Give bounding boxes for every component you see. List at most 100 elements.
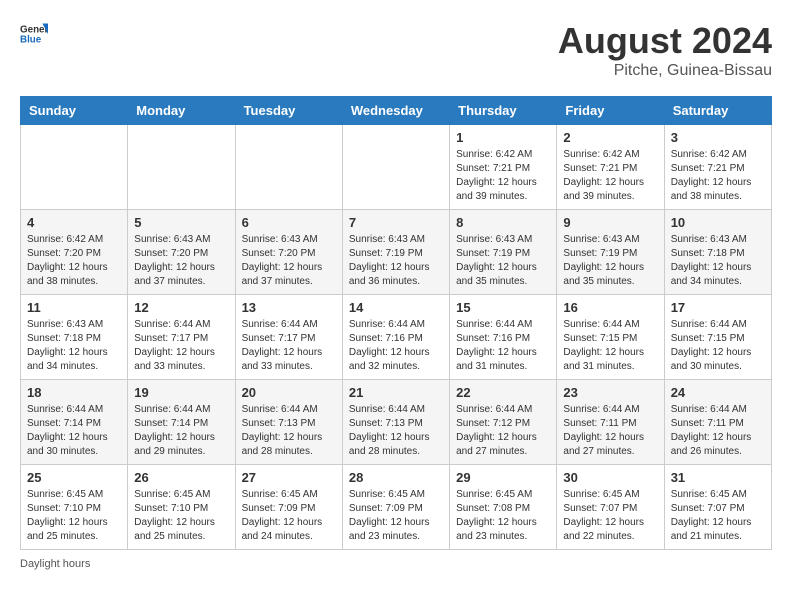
calendar-cell: 5Sunrise: 6:43 AMSunset: 7:20 PMDaylight…: [128, 210, 235, 295]
day-info: Sunrise: 6:45 AMSunset: 7:08 PMDaylight:…: [456, 488, 550, 544]
calendar-location: Pitche, Guinea-Bissau: [558, 62, 772, 80]
calendar-cell: 30Sunrise: 6:45 AMSunset: 7:07 PMDayligh…: [557, 465, 664, 550]
day-number: 2: [563, 130, 657, 145]
day-number: 10: [671, 215, 765, 230]
footer-note: Daylight hours: [20, 558, 772, 570]
day-number: 6: [242, 215, 336, 230]
calendar-cell: 2 Sunrise: 6:42 AMSunset: 7:21 PMDaylight…: [557, 125, 664, 210]
day-number: 14: [349, 300, 443, 315]
calendar-cell: 22 Sunrise: 6:44 AMSunset: 7:12 PMDayligh…: [450, 380, 557, 465]
day-info: Sunrise: 6:45 AMSunset: 7:09 PMDaylight:…: [349, 488, 443, 544]
day-number: 1: [456, 130, 550, 145]
calendar-week-row: 25 Sunrise: 6:45 AMSunset: 7:10 PMDayligh…: [21, 465, 772, 550]
day-of-week-header: Thursday: [450, 97, 557, 125]
day-number: 29: [456, 470, 550, 485]
calendar-cell: 15Sunrise: 6:44 AMSunset: 7:16 PMDayligh…: [450, 295, 557, 380]
day-info: Sunrise: 6:44 AMSunset: 7:12 PMDaylight:…: [456, 403, 550, 459]
calendar-cell: [342, 125, 449, 210]
day-number: 30: [563, 470, 657, 485]
logo-icon: General Blue: [20, 20, 48, 48]
calendar-cell: 8 Sunrise: 6:43 AMSunset: 7:19 PMDaylight…: [450, 210, 557, 295]
calendar-table: SundayMondayTuesdayWednesdayThursdayFrid…: [20, 96, 772, 550]
day-info: Sunrise: 6:45 AMSunset: 7:09 PMDaylight:…: [242, 488, 336, 544]
day-number: 16: [563, 300, 657, 315]
day-number: 5: [134, 215, 228, 230]
page-header: General Blue August 2024 Pitche, Guinea-…: [20, 20, 772, 80]
day-number: 20: [242, 385, 336, 400]
calendar-cell: 20 Sunrise: 6:44 AMSunset: 7:13 PMDayligh…: [235, 380, 342, 465]
calendar-cell: 3 Sunrise: 6:42 AMSunset: 7:21 PMDaylight…: [664, 125, 771, 210]
day-number: 3: [671, 130, 765, 145]
day-info: Sunrise: 6:43 AMSunset: 7:18 PMDaylight:…: [27, 318, 121, 374]
day-info: Sunrise: 6:43 AMSunset: 7:19 PMDaylight:…: [563, 233, 657, 289]
day-info: Sunrise: 6:43 AMSunset: 7:18 PMDaylight:…: [671, 233, 765, 289]
calendar-cell: 13 Sunrise: 6:44 AMSunset: 7:17 PMDayligh…: [235, 295, 342, 380]
day-info: Sunrise: 6:43 AMSunset: 7:19 PMDaylight:…: [349, 233, 443, 289]
calendar-body: 1 Sunrise: 6:42 AMSunset: 7:21 PMDaylight…: [21, 125, 772, 550]
day-of-week-header: Sunday: [21, 97, 128, 125]
day-number: 26: [134, 470, 228, 485]
day-of-week-header: Friday: [557, 97, 664, 125]
svg-text:Blue: Blue: [20, 34, 42, 45]
calendar-cell: 9 Sunrise: 6:43 AMSunset: 7:19 PMDaylight…: [557, 210, 664, 295]
calendar-cell: 21 Sunrise: 6:44 AMSunset: 7:13 PMDayligh…: [342, 380, 449, 465]
day-number: 19: [134, 385, 228, 400]
day-number: 27: [242, 470, 336, 485]
calendar-cell: [21, 125, 128, 210]
calendar-week-row: 11 Sunrise: 6:43 AMSunset: 7:18 PMDayligh…: [21, 295, 772, 380]
calendar-cell: 29 Sunrise: 6:45 AMSunset: 7:08 PMDayligh…: [450, 465, 557, 550]
day-info: Sunrise: 6:45 AMSunset: 7:10 PMDaylight:…: [134, 488, 228, 544]
day-info: Sunrise: 6:44 AMSunset: 7:17 PMDaylight:…: [242, 318, 336, 374]
day-info: Sunrise: 6:42 AMSunset: 7:21 PMDaylight:…: [671, 148, 765, 204]
day-info: Sunrise: 6:42 AMSunset: 7:20 PMDaylight:…: [27, 233, 121, 289]
day-info: Sunrise: 6:43 AMSunset: 7:20 PMDaylight:…: [242, 233, 336, 289]
calendar-cell: 17Sunrise: 6:44 AMSunset: 7:15 PMDayligh…: [664, 295, 771, 380]
day-info: Sunrise: 6:42 AMSunset: 7:21 PMDaylight:…: [563, 148, 657, 204]
day-info: Sunrise: 6:43 AMSunset: 7:19 PMDaylight:…: [456, 233, 550, 289]
day-of-week-header: Saturday: [664, 97, 771, 125]
calendar-cell: 10 Sunrise: 6:43 AMSunset: 7:18 PMDayligh…: [664, 210, 771, 295]
day-number: 23: [563, 385, 657, 400]
calendar-week-row: 4Sunrise: 6:42 AMSunset: 7:20 PMDaylight…: [21, 210, 772, 295]
day-info: Sunrise: 6:44 AMSunset: 7:15 PMDaylight:…: [563, 318, 657, 374]
day-info: Sunrise: 6:44 AMSunset: 7:17 PMDaylight:…: [134, 318, 228, 374]
calendar-cell: 1 Sunrise: 6:42 AMSunset: 7:21 PMDaylight…: [450, 125, 557, 210]
day-number: 21: [349, 385, 443, 400]
calendar-cell: 28Sunrise: 6:45 AMSunset: 7:09 PMDayligh…: [342, 465, 449, 550]
calendar-title: August 2024: [558, 20, 772, 62]
calendar-cell: 16 Sunrise: 6:44 AMSunset: 7:15 PMDayligh…: [557, 295, 664, 380]
calendar-cell: 4Sunrise: 6:42 AMSunset: 7:20 PMDaylight…: [21, 210, 128, 295]
day-info: Sunrise: 6:44 AMSunset: 7:13 PMDaylight:…: [242, 403, 336, 459]
calendar-cell: 27 Sunrise: 6:45 AMSunset: 7:09 PMDayligh…: [235, 465, 342, 550]
day-info: Sunrise: 6:44 AMSunset: 7:14 PMDaylight:…: [134, 403, 228, 459]
day-number: 13: [242, 300, 336, 315]
day-of-week-header: Tuesday: [235, 97, 342, 125]
calendar-cell: 6 Sunrise: 6:43 AMSunset: 7:20 PMDaylight…: [235, 210, 342, 295]
calendar-header: SundayMondayTuesdayWednesdayThursdayFrid…: [21, 97, 772, 125]
calendar-cell: [128, 125, 235, 210]
calendar-cell: 23 Sunrise: 6:44 AMSunset: 7:11 PMDayligh…: [557, 380, 664, 465]
day-info: Sunrise: 6:45 AMSunset: 7:07 PMDaylight:…: [671, 488, 765, 544]
day-number: 9: [563, 215, 657, 230]
calendar-cell: 25Sunrise: 6:45 AMSunset: 7:10 PMDayligh…: [21, 465, 128, 550]
header-row: SundayMondayTuesdayWednesdayThursdayFrid…: [21, 97, 772, 125]
day-info: Sunrise: 6:44 AMSunset: 7:16 PMDaylight:…: [349, 318, 443, 374]
day-info: Sunrise: 6:44 AMSunset: 7:11 PMDaylight:…: [563, 403, 657, 459]
calendar-cell: 24Sunrise: 6:44 AMSunset: 7:11 PMDayligh…: [664, 380, 771, 465]
calendar-week-row: 18 Sunrise: 6:44 AMSunset: 7:14 PMDayligh…: [21, 380, 772, 465]
day-info: Sunrise: 6:44 AMSunset: 7:13 PMDaylight:…: [349, 403, 443, 459]
calendar-cell: 19 Sunrise: 6:44 AMSunset: 7:14 PMDayligh…: [128, 380, 235, 465]
day-number: 31: [671, 470, 765, 485]
calendar-week-row: 1 Sunrise: 6:42 AMSunset: 7:21 PMDaylight…: [21, 125, 772, 210]
day-number: 8: [456, 215, 550, 230]
calendar-cell: 31 Sunrise: 6:45 AMSunset: 7:07 PMDayligh…: [664, 465, 771, 550]
day-info: Sunrise: 6:44 AMSunset: 7:14 PMDaylight:…: [27, 403, 121, 459]
calendar-cell: 14 Sunrise: 6:44 AMSunset: 7:16 PMDayligh…: [342, 295, 449, 380]
day-number: 25: [27, 470, 121, 485]
calendar-cell: 12Sunrise: 6:44 AMSunset: 7:17 PMDayligh…: [128, 295, 235, 380]
day-number: 22: [456, 385, 550, 400]
day-number: 11: [27, 300, 121, 315]
day-info: Sunrise: 6:42 AMSunset: 7:21 PMDaylight:…: [456, 148, 550, 204]
day-number: 18: [27, 385, 121, 400]
calendar-cell: [235, 125, 342, 210]
